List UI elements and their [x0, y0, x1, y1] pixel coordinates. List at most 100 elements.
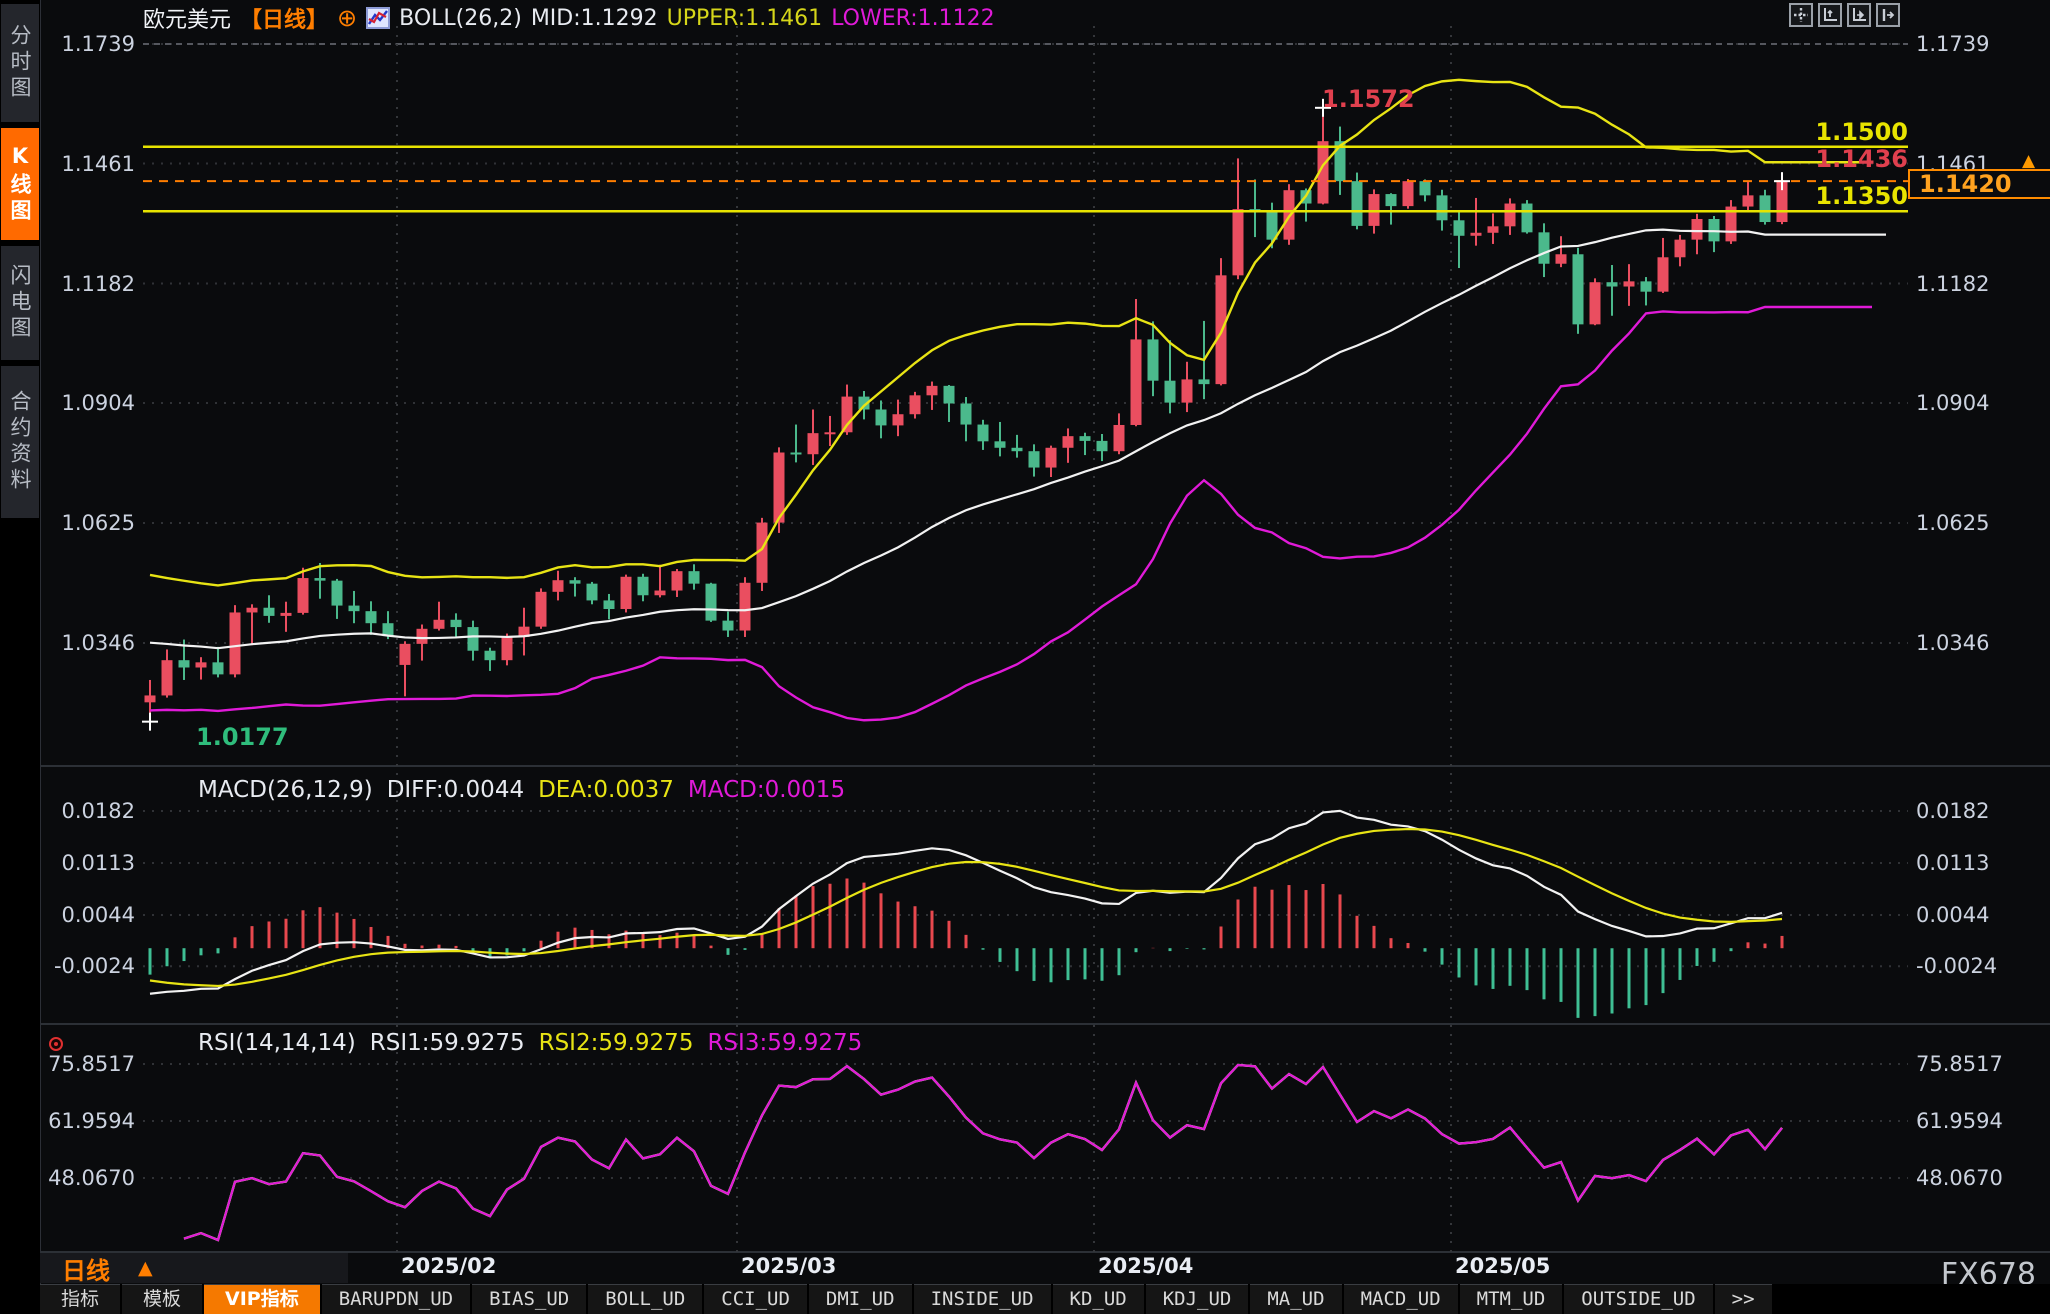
candle-body [672, 571, 683, 590]
bottom-tab-dmi[interactable]: DMI_UD [809, 1284, 912, 1314]
candle-body [1403, 181, 1414, 206]
candle-body [638, 577, 649, 595]
candle-body [264, 608, 275, 616]
candle-body [502, 637, 513, 660]
sidebar-tab-contract-info[interactable]: 合约资料 [1, 366, 39, 518]
bottom-tab-kd[interactable]: KD_UD [1053, 1284, 1144, 1314]
candle-body [808, 433, 819, 454]
candle-body [1080, 436, 1091, 441]
candle-body [1063, 436, 1074, 448]
candle-body [1590, 282, 1601, 324]
candle-body [927, 386, 938, 395]
bottom-tab-boll[interactable]: BOLL_UD [588, 1284, 702, 1314]
candle-body [706, 584, 717, 621]
candle-body [655, 591, 666, 596]
bottom-tab-cci[interactable]: CCI_UD [704, 1284, 807, 1314]
candle-body [1658, 257, 1669, 291]
candle-body [1471, 233, 1482, 236]
candle-body [1743, 195, 1754, 206]
candle-body [281, 613, 292, 616]
candle-body [791, 453, 802, 455]
bottom-tab-inside[interactable]: INSIDE_UD [914, 1284, 1051, 1314]
candle-body [689, 571, 700, 583]
candle-body [1675, 240, 1686, 258]
candle-body [1488, 226, 1499, 232]
candle-body [1437, 195, 1448, 220]
candle-body [451, 620, 462, 627]
rsi1-line [184, 1065, 1782, 1240]
candle-body [1046, 448, 1057, 468]
candle-body [315, 578, 326, 581]
bottom-tab-indicators[interactable]: 指标 [40, 1284, 120, 1314]
candle-body [1148, 339, 1159, 380]
candle-body [298, 578, 309, 613]
candle-body [570, 580, 581, 583]
period-dropdown-arrow-icon[interactable]: ▲ [138, 1257, 153, 1279]
candle-body [1233, 209, 1244, 275]
bottom-tab-ma[interactable]: MA_UD [1250, 1284, 1341, 1314]
candle-body [723, 621, 734, 631]
boll-upper-line [150, 80, 1872, 586]
candle-body [179, 660, 190, 667]
scale-x-axis-icon[interactable] [1847, 3, 1871, 27]
candle-body [1114, 425, 1125, 451]
indicator-tabbar: 指标模板VIP指标BARUPDN_UDBIAS_UDBOLL_UDCCI_UDD… [40, 1284, 2050, 1314]
bottom-tab-barupdn[interactable]: BARUPDN_UD [322, 1284, 470, 1314]
candle-body [604, 600, 615, 609]
candle-body [1454, 220, 1465, 235]
candle-body [893, 414, 904, 425]
candle-body [1131, 339, 1142, 425]
rsi2-line [184, 1065, 1782, 1240]
bottom-tab-outside[interactable]: OUTSIDE_UD [1564, 1284, 1712, 1314]
candle-body [1199, 379, 1210, 384]
macd-diff-line [150, 811, 1782, 994]
sidebar-tab-lightning[interactable]: 闪电图 [1, 246, 39, 360]
candle-body [1369, 194, 1380, 226]
candle-body [1012, 448, 1023, 451]
candle-body [145, 695, 156, 702]
candle-body [332, 581, 343, 606]
exit-icon[interactable] [1876, 3, 1900, 27]
candle-body [349, 606, 360, 612]
candle-body [213, 662, 224, 674]
candle-body [944, 386, 955, 404]
bottom-tab-kdj[interactable]: KDJ_UD [1146, 1284, 1249, 1314]
candle-body [1420, 181, 1431, 195]
candle-body [400, 644, 411, 665]
candle-body [1522, 204, 1533, 233]
bottom-tab-more[interactable]: >> [1715, 1284, 1772, 1314]
candle-body [485, 651, 496, 660]
candle-body [536, 592, 547, 627]
candle-body [1624, 281, 1635, 286]
candle-body [621, 577, 632, 609]
candle-body [1573, 254, 1584, 324]
candle-body [1029, 451, 1040, 467]
period-selector[interactable]: 日线 ▲ [40, 1253, 348, 1283]
candle-body [1556, 254, 1567, 263]
scale-y-axis-icon[interactable] [1818, 3, 1842, 27]
candle-body [1505, 204, 1516, 227]
candle-body [995, 441, 1006, 447]
sidebar-tab-kline[interactable]: K线图 [1, 128, 39, 240]
candle-body [1607, 282, 1618, 286]
sidebar-tab-timeline[interactable]: 分时图 [1, 4, 39, 122]
candle-body [1641, 281, 1652, 291]
candle-body [196, 662, 207, 667]
crosshair-icon[interactable] [1789, 3, 1813, 27]
candle-body [825, 432, 836, 434]
candle-body [740, 583, 751, 631]
bottom-tab-macd[interactable]: MACD_UD [1344, 1284, 1458, 1314]
bottom-tab-mtm[interactable]: MTM_UD [1460, 1284, 1563, 1314]
sidebar: 分时图 K线图闪电图合约资料 [0, 0, 41, 1314]
candle-body [910, 395, 921, 414]
rsi3-line [184, 1065, 1782, 1240]
candle-body [247, 608, 258, 613]
chart-canvas[interactable] [0, 0, 2050, 1314]
macd-dea-line [150, 829, 1782, 986]
bottom-tab-bias[interactable]: BIAS_UD [472, 1284, 586, 1314]
bottom-tab-templates[interactable]: 模板 [122, 1284, 202, 1314]
candle-body [587, 584, 598, 601]
period-label[interactable]: 日线 [62, 1251, 110, 1286]
candle-body [1182, 379, 1193, 402]
bottom-tab-vip-indicators[interactable]: VIP指标 [204, 1284, 320, 1314]
